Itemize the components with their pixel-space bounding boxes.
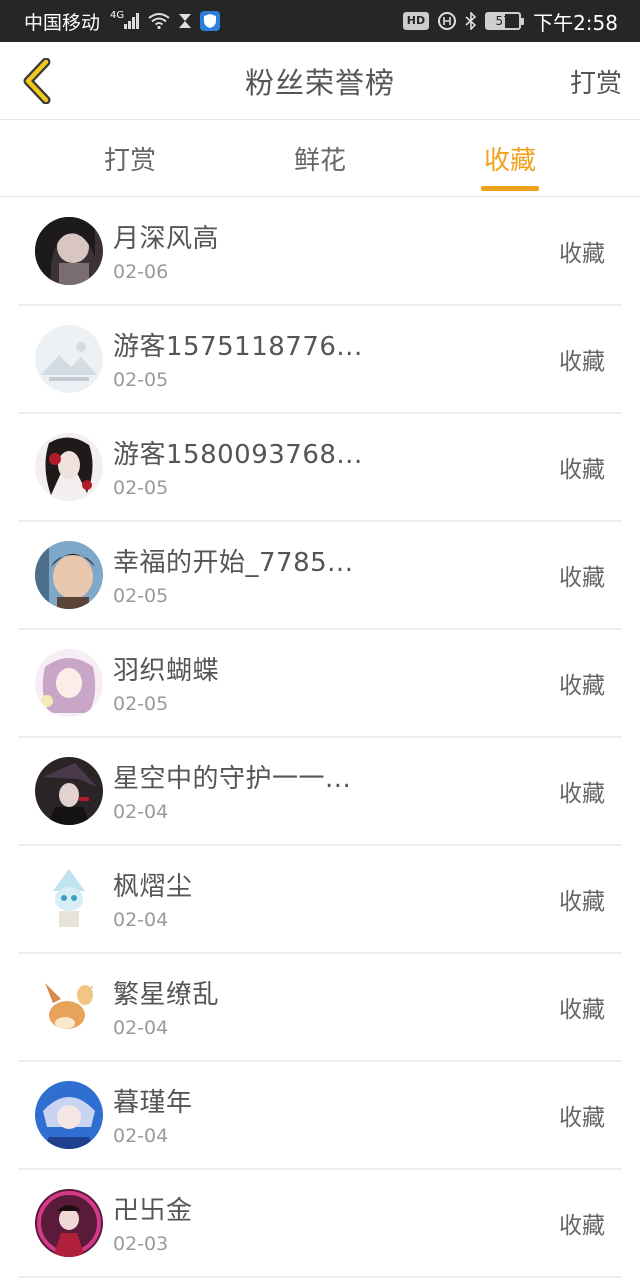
fan-date: 02-05 (113, 477, 169, 499)
reward-button[interactable]: 打赏 (570, 42, 622, 120)
list-item[interactable]: 月深风高 02-06 收藏 (18, 198, 622, 306)
fan-date: 02-05 (113, 369, 169, 391)
active-tab-indicator (481, 186, 539, 191)
fan-date: 02-06 (113, 261, 169, 283)
avatar (35, 973, 103, 1041)
battery-indicator: 57 (485, 12, 525, 30)
list-item[interactable]: 枫熠尘 02-04 收藏 (18, 846, 622, 954)
avatar (35, 217, 103, 285)
fan-date: 02-04 (113, 1125, 169, 1147)
fan-date: 02-04 (113, 801, 169, 823)
clock: 下午2:58 (533, 10, 618, 35)
data-saver-icon (437, 11, 457, 31)
fan-action: 收藏 (559, 997, 605, 1023)
fan-name: 星空中的守护一一... (113, 764, 352, 794)
avatar (35, 433, 103, 501)
avatar (35, 1081, 103, 1149)
wifi-icon (148, 13, 170, 29)
header: 粉丝荣誉榜 打赏 (0, 42, 640, 120)
tab-favorites-label: 收藏 (483, 146, 536, 176)
fan-action: 收藏 (559, 1105, 605, 1131)
list-item[interactable]: 星空中的守护一一... 02-04 收藏 (18, 738, 622, 846)
hourglass-icon (178, 13, 192, 29)
avatar (35, 649, 103, 717)
fan-date: 02-05 (113, 585, 169, 607)
tab-reward[interactable]: 打赏 (60, 120, 200, 197)
list-item[interactable]: 游客1575118776... 02-05 收藏 (18, 306, 622, 414)
hd-badge: HD (402, 12, 430, 30)
fan-action: 收藏 (559, 349, 605, 375)
fan-list: 月深风高 02-06 收藏 游客1575118776... 02-05 收藏 游… (0, 198, 640, 1278)
avatar (35, 325, 103, 393)
fan-name: 游客1580093768... (113, 440, 363, 470)
list-item[interactable]: 幸福的开始_7785... 02-05 收藏 (18, 522, 622, 630)
fan-name: 月深风高 (113, 224, 220, 254)
fan-action: 收藏 (559, 889, 605, 915)
tab-flowers[interactable]: 鲜花 (250, 120, 390, 197)
fan-name: 羽织蝴蝶 (113, 656, 220, 686)
fan-date: 02-03 (113, 1233, 169, 1255)
shield-icon (200, 11, 221, 31)
carrier-label: 中国移动 (24, 11, 101, 34)
tab-favorites[interactable]: 收藏 (440, 120, 580, 197)
fan-action: 收藏 (559, 241, 605, 267)
fan-date: 02-04 (113, 1017, 169, 1039)
fan-action: 收藏 (559, 781, 605, 807)
avatar (35, 1189, 103, 1257)
bluetooth-icon (465, 12, 477, 30)
fan-name: 暮瑾年 (113, 1088, 193, 1118)
fan-name: 幸福的开始_7785... (113, 548, 354, 578)
avatar (35, 757, 103, 825)
fan-name: 游客1575118776... (113, 332, 363, 362)
tab-bar: 打赏 鲜花 收藏 (0, 120, 640, 197)
fan-name: 卍卐金 (113, 1196, 193, 1226)
page-title: 粉丝荣誉榜 (244, 66, 395, 100)
fan-date: 02-05 (113, 693, 169, 715)
avatar (35, 541, 103, 609)
fan-action: 收藏 (559, 565, 605, 591)
status-bar: 中国移动 4G HD 57 下午2:58 (0, 0, 640, 42)
list-item[interactable]: 繁星缭乱 02-04 收藏 (18, 954, 622, 1062)
fan-action: 收藏 (559, 457, 605, 483)
fan-date: 02-04 (113, 909, 169, 931)
list-item[interactable]: 游客1580093768... 02-05 收藏 (18, 414, 622, 522)
list-item[interactable]: 卍卐金 02-03 收藏 (18, 1170, 622, 1278)
list-item[interactable]: 羽织蝴蝶 02-05 收藏 (18, 630, 622, 738)
fan-name: 枫熠尘 (113, 872, 193, 902)
fan-action: 收藏 (559, 673, 605, 699)
avatar (35, 865, 103, 933)
network-type-label: 4G (110, 9, 125, 21)
list-item[interactable]: 暮瑾年 02-04 收藏 (18, 1062, 622, 1170)
fan-name: 繁星缭乱 (113, 980, 220, 1010)
signal-icon: 4G (108, 9, 140, 29)
fan-action: 收藏 (559, 1213, 605, 1239)
